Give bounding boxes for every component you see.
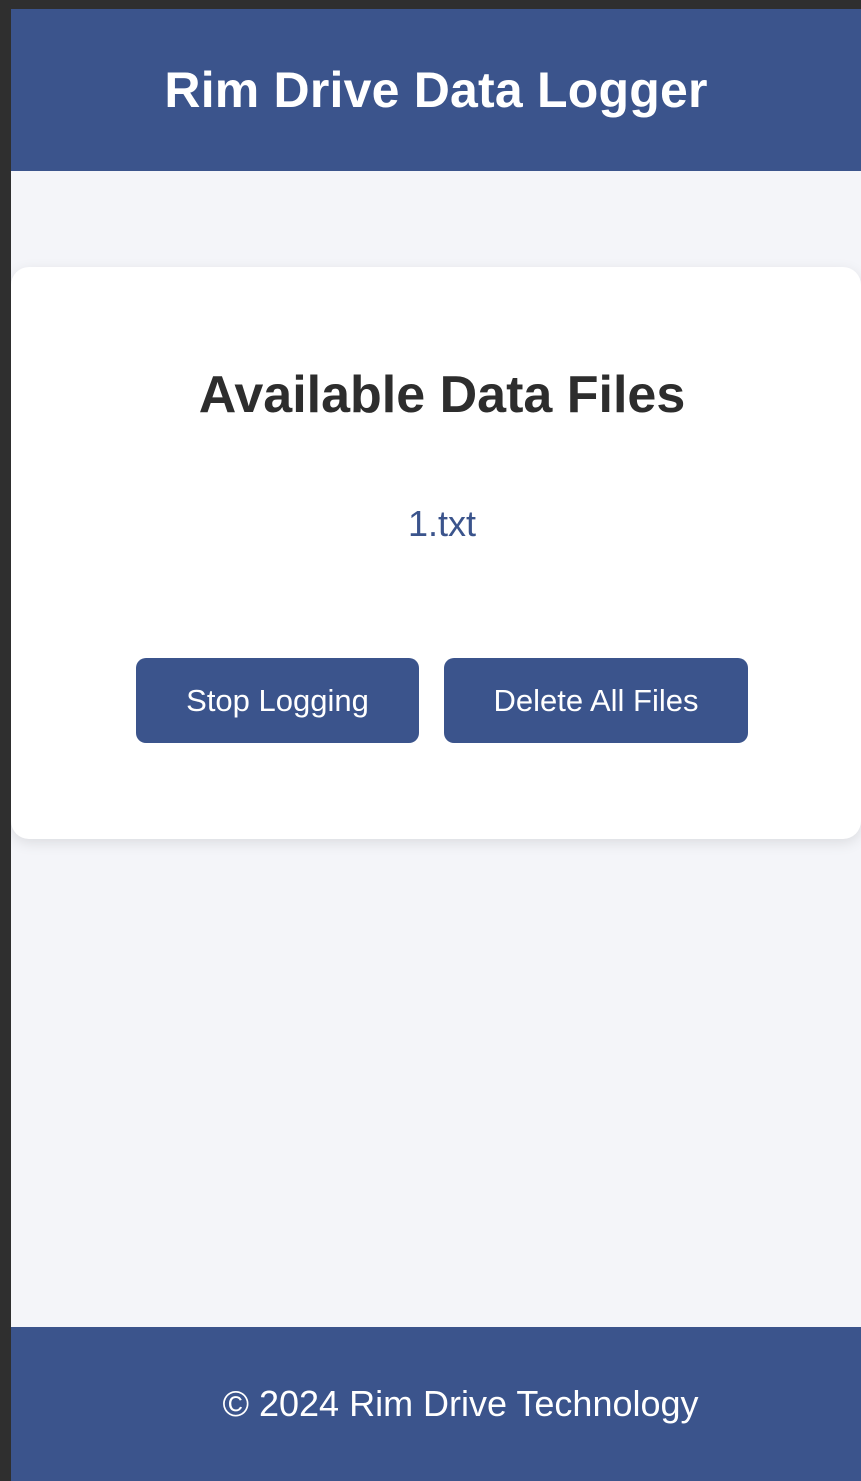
stop-logging-button[interactable]: Stop Logging [136, 658, 419, 743]
delete-all-files-button[interactable]: Delete All Files [444, 658, 748, 743]
app-title: Rim Drive Data Logger [164, 62, 708, 118]
copyright-text: © 2024 Rim Drive Technology [222, 1383, 699, 1424]
file-link[interactable]: 1.txt [408, 503, 476, 544]
files-card: Available Data Files 1.txt Stop Logging … [11, 267, 861, 839]
file-list: 1.txt [11, 503, 861, 545]
file-list-item: 1.txt [11, 503, 861, 545]
app-footer: © 2024 Rim Drive Technology [11, 1327, 861, 1481]
app-screen: Rim Drive Data Logger Available Data Fil… [11, 9, 861, 1481]
app-header: Rim Drive Data Logger [11, 9, 861, 171]
files-title: Available Data Files [198, 366, 686, 424]
